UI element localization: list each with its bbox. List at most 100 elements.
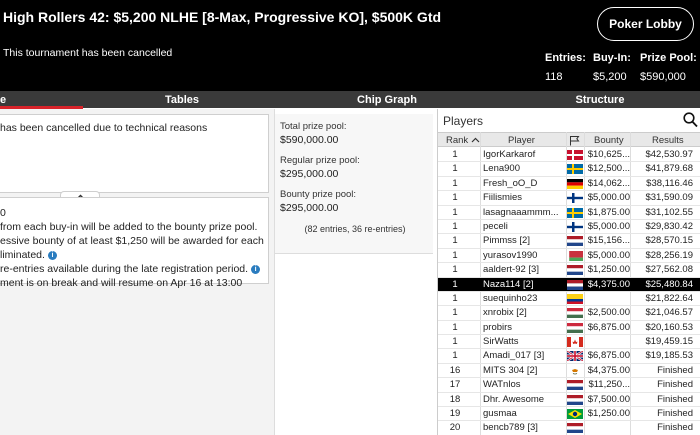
result-cell: Finished [657, 393, 693, 405]
player-name-cell: Lena900 [483, 163, 520, 175]
table-row[interactable]: 17 WATnlos $11,250... Finished [438, 378, 700, 393]
cancel-message: has been cancelled due to technical reas… [0, 122, 208, 134]
tournament-info-box: 0 from each buy-in will be added to the … [0, 197, 269, 289]
cancel-notice-box: has been cancelled due to technical reas… [0, 114, 269, 193]
rank-cell: 1 [452, 249, 458, 261]
table-row[interactable]: 1 yurasov1990 $5,000.00 $28,256.19 [438, 249, 700, 264]
rank-cell: 1 [452, 220, 458, 232]
poker-lobby-button[interactable]: Poker Lobby [597, 7, 694, 41]
table-row[interactable]: 1 Fiilismies $5,000.00 $31,590.09 [438, 191, 700, 206]
player-name-cell: Fiilismies [483, 192, 523, 204]
search-icon[interactable] [683, 112, 698, 128]
table-row[interactable]: 1 lasagnaaammm... $1,875.00 $31,102.55 [438, 206, 700, 220]
table-row[interactable]: 1 suequinho23 $21,822.64 [438, 292, 700, 307]
table-row[interactable]: 16 MITS 304 [2] $4,375.00 Finished [438, 364, 700, 379]
rank-cell: 1 [452, 307, 458, 319]
info-icon[interactable]: i [47, 251, 57, 260]
br-flag-icon [567, 409, 583, 420]
fi-flag-icon [567, 193, 583, 204]
gb-flag-icon [566, 350, 584, 363]
bounty-cell: $7,500.00 [587, 393, 630, 405]
result-cell: Finished [657, 364, 693, 376]
result-cell: $25,480.84 [645, 278, 693, 290]
result-cell: $41,879.68 [645, 163, 693, 175]
info-line-4: re-entries available during the late reg… [0, 263, 261, 275]
table-row[interactable]: 1 Amadi_017 [3] $6,875.00 $19,185.53 [438, 349, 700, 364]
co-flag-icon [567, 293, 583, 304]
player-name-cell: xnrobix [2] [483, 307, 527, 319]
bounty-prize-label: Bounty prize pool: [280, 189, 357, 200]
total-prize-label: Total prize pool: [280, 121, 347, 132]
table-row[interactable]: 1 xnrobix [2] $2,500.00 $21,046.57 [438, 306, 700, 321]
de-flag-icon [567, 178, 583, 189]
info-icon[interactable]: i [251, 265, 261, 274]
info-line-2: essive bounty of at least $1,250 will be… [0, 235, 264, 247]
result-cell: $31,102.55 [645, 206, 693, 218]
rank-cell: 20 [449, 422, 461, 434]
table-row[interactable]: 1 peceli $5,000.00 $29,830.42 [438, 220, 700, 235]
player-name-cell: IgorKarkarof [483, 149, 536, 160]
rank-cell: 1 [452, 278, 458, 290]
dk-flag-icon [567, 150, 583, 160]
hu-flag-icon [567, 322, 583, 333]
rank-cell: 1 [452, 235, 458, 247]
rank-cell: 17 [449, 379, 461, 391]
table-row[interactable]: 1 probirs $6,875.00 $20,160.53 [438, 321, 700, 336]
player-name-cell: Dhr. Awesome [483, 393, 545, 405]
table-row[interactable]: 1 Pimmss [2] $15,156... $28,570.15 [438, 234, 700, 249]
tab-structure[interactable]: Structure [555, 91, 645, 108]
table-row[interactable]: 20 bencb789 [3] Finished [438, 421, 700, 435]
player-name-cell: Amadi_017 [3] [483, 350, 545, 362]
bounty-cell: $5,000.00 [587, 192, 630, 204]
bounty-cell: $15,156... [587, 235, 630, 247]
player-name-cell: aaldert-92 [3] [483, 264, 539, 276]
table-row[interactable]: 1 aaldert-92 [3] $1,250.00 $27,562.08 [438, 263, 700, 278]
tournament-header: High Rollers 42: $5,200 NLHE [8-Max, Pro… [0, 0, 700, 91]
cy-flag-icon [567, 365, 583, 376]
player-name-cell: yurasov1990 [483, 249, 538, 261]
result-cell: $27,562.08 [645, 264, 693, 276]
player-column-header[interactable]: Player [508, 133, 535, 147]
bounty-cell [584, 335, 630, 349]
table-row[interactable]: 19 gusmaa $1,250.00 Finished [438, 407, 700, 422]
flag-column-header[interactable] [569, 133, 580, 147]
result-cell: $19,459.15 [645, 336, 693, 348]
table-row[interactable]: 1 SirWatts $19,459.15 [438, 335, 700, 350]
info-line-0: 0 [0, 207, 6, 219]
prize-pool-box: Total prize pool: $590,000.00 Regular pr… [275, 114, 433, 254]
rank-column-header[interactable]: Rank [446, 133, 480, 147]
se-flag-icon [567, 164, 583, 175]
bounty-cell [584, 292, 630, 306]
bounty-cell [584, 421, 630, 435]
table-row[interactable]: 1 Naza114 [2] $4,375.00 $25,480.84 [438, 277, 700, 292]
result-cell: $19,185.53 [645, 350, 693, 362]
player-name-cell: SirWatts [483, 336, 519, 348]
bounty-cell: $6,875.00 [587, 350, 630, 362]
entries-note: (82 entries, 36 re-entries) [304, 224, 406, 234]
table-row[interactable]: 1 Fresh_oO_D $14,062... $38,116.46 [438, 177, 700, 192]
table-row[interactable]: 1 IgorKarkarof $10,625... $42,530.97 [438, 148, 700, 163]
nl-flag-icon [567, 423, 583, 434]
result-cell: Finished [657, 408, 693, 420]
entries-value: 118 [545, 71, 563, 83]
tournament-status: This tournament has been cancelled [3, 47, 173, 59]
rank-cell: 1 [452, 192, 458, 204]
nl-flag-icon [567, 394, 583, 405]
rank-cell: 1 [452, 321, 458, 333]
results-column-header[interactable]: Results [652, 133, 684, 147]
player-name-cell: lasagnaaammm... [483, 206, 559, 218]
player-name-cell: Fresh_oO_D [483, 177, 538, 189]
info-line-1: from each buy-in will be added to the bo… [0, 221, 258, 233]
player-name-cell: suequinho23 [483, 292, 538, 304]
tab-chip-graph[interactable]: Chip Graph [340, 91, 434, 108]
player-name-cell: probirs [483, 321, 513, 333]
bounty-cell: $5,000.00 [587, 249, 630, 261]
buy-in-value: $5,200 [593, 71, 627, 83]
nl-flag-icon [567, 380, 583, 391]
bounty-column-header[interactable]: Bounty [594, 133, 624, 147]
bounty-cell: $11,250... [588, 379, 630, 391]
table-row[interactable]: 18 Dhr. Awesome $7,500.00 Finished [438, 393, 700, 408]
bounty-cell: $6,875.00 [587, 321, 630, 333]
table-row[interactable]: 1 Lena900 $12,500... $41,879.68 [438, 162, 700, 177]
tab-tables[interactable]: Tables [140, 91, 224, 108]
